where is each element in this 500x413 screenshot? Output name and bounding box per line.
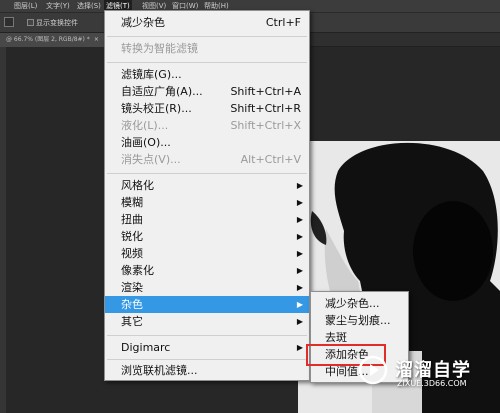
distort-label: 扭曲 <box>121 213 143 226</box>
browse-online-filters-item[interactable]: 浏览联机滤镜... <box>105 362 309 379</box>
vanishing-point-item[interactable]: 消失点(V)... Alt+Ctrl+V <box>105 151 309 168</box>
render-item[interactable]: 渲染 ▶ <box>105 279 309 296</box>
submenu-arrow-icon: ▶ <box>296 215 303 224</box>
blur-item[interactable]: 模糊 ▶ <box>105 194 309 211</box>
other-item[interactable]: 其它 ▶ <box>105 313 309 330</box>
oil-paint-item[interactable]: 油画(O)... <box>105 134 309 151</box>
distort-item[interactable]: 扭曲 ▶ <box>105 211 309 228</box>
transform-controls-label: 显示变换控件 <box>36 19 78 27</box>
menu-select[interactable]: 选择(S) <box>75 0 103 13</box>
digimarc-item[interactable]: Digimarc ▶ <box>105 339 309 356</box>
dust-scratches-item[interactable]: 蒙尘与划痕... <box>311 312 408 329</box>
adaptive-wide-angle-item[interactable]: 自适应广角(A)... Shift+Ctrl+A <box>105 83 309 100</box>
submenu-arrow-icon: ▶ <box>296 198 303 207</box>
tools-panel <box>0 47 6 413</box>
menu-separator <box>107 173 307 174</box>
stylize-label: 风格化 <box>121 179 154 192</box>
last-filter-shortcut: Ctrl+F <box>265 16 301 29</box>
video-item[interactable]: 视频 ▶ <box>105 245 309 262</box>
oil-paint-label: 油画(O)... <box>121 136 171 149</box>
pixelate-label: 像素化 <box>121 264 154 277</box>
noise-item[interactable]: 杂色 ▶ <box>105 296 309 313</box>
last-filter-item[interactable]: 减少杂色 Ctrl+F <box>105 14 309 31</box>
last-filter-label: 减少杂色 <box>121 16 165 29</box>
blur-label: 模糊 <box>121 196 143 209</box>
pixelate-item[interactable]: 像素化 ▶ <box>105 262 309 279</box>
watermark-logo-icon <box>358 355 388 385</box>
lens-correction-shortcut: Shift+Ctrl+R <box>230 102 301 115</box>
adaptive-wide-angle-label: 自适应广角(A)... <box>121 85 203 98</box>
filter-gallery-label: 滤镜库(G)... <box>121 68 182 81</box>
browse-online-filters-label: 浏览联机滤镜... <box>121 364 198 377</box>
submenu-arrow-icon: ▶ <box>296 181 303 190</box>
submenu-arrow-icon: ▶ <box>296 283 303 292</box>
menu-separator <box>107 62 307 63</box>
digimarc-label: Digimarc <box>121 341 171 354</box>
menu-layer[interactable]: 图层(L) <box>12 0 39 13</box>
lens-correction-item[interactable]: 镜头校正(R)... Shift+Ctrl+R <box>105 100 309 117</box>
close-icon[interactable]: × <box>94 36 99 43</box>
menu-separator <box>107 335 307 336</box>
lens-correction-label: 镜头校正(R)... <box>121 102 192 115</box>
adaptive-wide-angle-shortcut: Shift+Ctrl+A <box>230 85 301 98</box>
menu-separator <box>107 359 307 360</box>
watermark-url: ZIXUE.3D66.COM <box>397 379 467 388</box>
document-tab-label: @ 66.7% (图层 2, RGB/8#) * <box>6 36 90 43</box>
liquify-item[interactable]: 液化(L)... Shift+Ctrl+X <box>105 117 309 134</box>
liquify-label: 液化(L)... <box>121 119 169 132</box>
sharpen-item[interactable]: 锐化 ▶ <box>105 228 309 245</box>
stylize-item[interactable]: 风格化 ▶ <box>105 177 309 194</box>
filter-menu: 减少杂色 Ctrl+F 转换为智能滤镜 滤镜库(G)... 自适应广角(A)..… <box>104 10 310 381</box>
submenu-arrow-icon: ▶ <box>296 266 303 275</box>
submenu-arrow-icon: ▶ <box>296 317 303 326</box>
filter-gallery-item[interactable]: 滤镜库(G)... <box>105 66 309 83</box>
reduce-noise-item[interactable]: 减少杂色... <box>311 295 408 312</box>
menu-type[interactable]: 文字(Y) <box>44 0 72 13</box>
convert-smart-filter-label: 转换为智能滤镜 <box>121 42 198 55</box>
video-label: 视频 <box>121 247 143 260</box>
vanishing-point-label: 消失点(V)... <box>121 153 181 166</box>
play-logo-icon <box>358 355 388 385</box>
other-label: 其它 <box>121 315 143 328</box>
submenu-arrow-icon: ▶ <box>296 232 303 241</box>
menu-separator <box>107 36 307 37</box>
tool-preset-icon[interactable] <box>4 17 14 27</box>
noise-label: 杂色 <box>121 298 143 311</box>
render-label: 渲染 <box>121 281 143 294</box>
vanishing-point-shortcut: Alt+Ctrl+V <box>240 153 301 166</box>
transform-controls-checkbox[interactable] <box>27 19 34 26</box>
document-tab[interactable]: @ 66.7% (图层 2, RGB/8#) * × <box>0 33 105 47</box>
sharpen-label: 锐化 <box>121 230 143 243</box>
submenu-arrow-icon: ▶ <box>296 343 303 352</box>
liquify-shortcut: Shift+Ctrl+X <box>230 119 301 132</box>
submenu-arrow-icon: ▶ <box>296 300 303 309</box>
submenu-arrow-icon: ▶ <box>296 249 303 258</box>
convert-smart-filter-item[interactable]: 转换为智能滤镜 <box>105 40 309 57</box>
